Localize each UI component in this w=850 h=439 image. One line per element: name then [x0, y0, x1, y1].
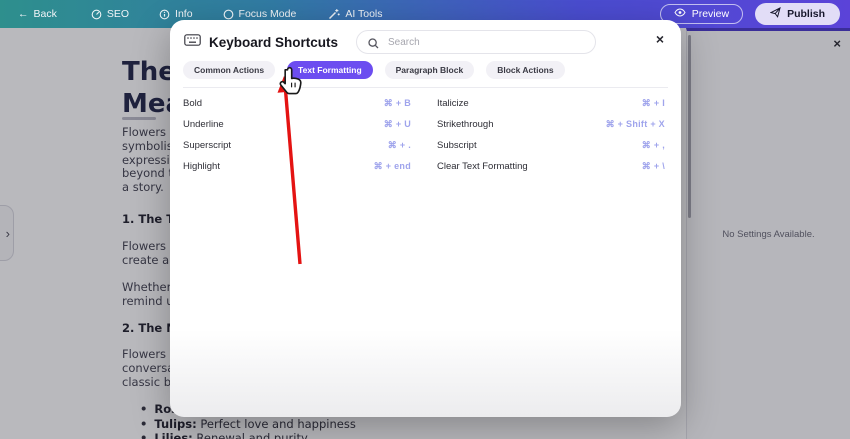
shortcut-action: Italicize	[437, 98, 469, 109]
shortcut-action: Strikethrough	[437, 119, 494, 130]
shortcut-row-subscript: Subscript ⌘ + ,	[437, 135, 665, 156]
keyboard-icon	[184, 33, 201, 51]
back-label: Back	[34, 8, 57, 20]
modal-title-group: Keyboard Shortcuts	[184, 33, 338, 51]
shortcut-tabs: Common Actions Text Formatting Paragraph…	[183, 61, 565, 79]
shortcut-action: Highlight	[183, 161, 220, 172]
shortcut-action: Subscript	[437, 140, 477, 151]
shortcut-row-clear-formatting: Clear Text Formatting ⌘ + \	[437, 156, 665, 177]
publish-label: Publish	[787, 8, 825, 20]
keyboard-shortcuts-modal: Keyboard Shortcuts × Common Actions Text…	[170, 20, 681, 417]
shortcut-action: Clear Text Formatting	[437, 161, 528, 172]
seo-label: SEO	[107, 8, 129, 20]
tab-paragraph-block[interactable]: Paragraph Block	[385, 61, 475, 79]
search-input[interactable]	[356, 30, 596, 54]
focus-mode-button[interactable]: Focus Mode	[223, 8, 297, 20]
ai-tools-label: AI Tools	[345, 8, 382, 20]
paper-plane-icon	[770, 7, 781, 21]
info-button[interactable]: Info	[159, 8, 193, 20]
shortcut-row-superscript: Superscript ⌘ + .	[183, 135, 411, 156]
info-icon	[159, 9, 170, 20]
seo-icon	[91, 9, 102, 20]
tabs-divider	[183, 87, 668, 88]
shortcut-action: Superscript	[183, 140, 231, 151]
toolbar-right-group: Preview Publish	[660, 3, 840, 25]
tab-block-actions[interactable]: Block Actions	[486, 61, 564, 79]
shortcut-action: Bold	[183, 98, 202, 109]
seo-button[interactable]: SEO	[91, 8, 129, 20]
shortcut-keys: ⌘ + ,	[642, 140, 665, 151]
shortcut-keys: ⌘ + end	[374, 161, 411, 172]
shortcut-row-underline: Underline ⌘ + U	[183, 114, 411, 135]
tab-text-formatting[interactable]: Text Formatting	[287, 61, 373, 79]
focus-mode-icon	[223, 9, 234, 20]
shortcut-search	[356, 30, 596, 54]
shortcut-row-strikethrough: Strikethrough ⌘ + Shift + X	[437, 114, 665, 135]
shortcut-keys: ⌘ + \	[642, 161, 665, 172]
preview-label: Preview	[692, 8, 729, 20]
publish-button[interactable]: Publish	[755, 3, 840, 25]
modal-close-icon[interactable]: ×	[656, 32, 664, 46]
shortcut-row-highlight: Highlight ⌘ + end	[183, 156, 411, 177]
focus-mode-label: Focus Mode	[239, 8, 297, 20]
tab-common-actions[interactable]: Common Actions	[183, 61, 275, 79]
shortcut-keys: ⌘ + B	[384, 98, 411, 109]
shortcut-action: Underline	[183, 119, 224, 130]
eye-icon	[674, 8, 686, 20]
shortcut-keys: ⌘ + I	[642, 98, 665, 109]
shortcut-list: Bold ⌘ + B Italicize ⌘ + I Underline ⌘ +…	[183, 93, 665, 177]
shortcut-keys: ⌘ + Shift + X	[606, 119, 665, 130]
shortcut-row-italicize: Italicize ⌘ + I	[437, 93, 665, 114]
info-label: Info	[175, 8, 193, 20]
search-icon	[368, 36, 379, 54]
back-arrow-icon: ←	[18, 8, 29, 20]
ai-tools-button[interactable]: AI Tools	[328, 8, 382, 20]
back-button[interactable]: ← Back	[18, 8, 57, 20]
shortcut-keys: ⌘ + .	[388, 140, 411, 151]
modal-title: Keyboard Shortcuts	[209, 35, 338, 50]
ai-tools-wand-icon	[328, 8, 340, 20]
shortcut-row-bold: Bold ⌘ + B	[183, 93, 411, 114]
shortcut-keys: ⌘ + U	[384, 119, 411, 130]
